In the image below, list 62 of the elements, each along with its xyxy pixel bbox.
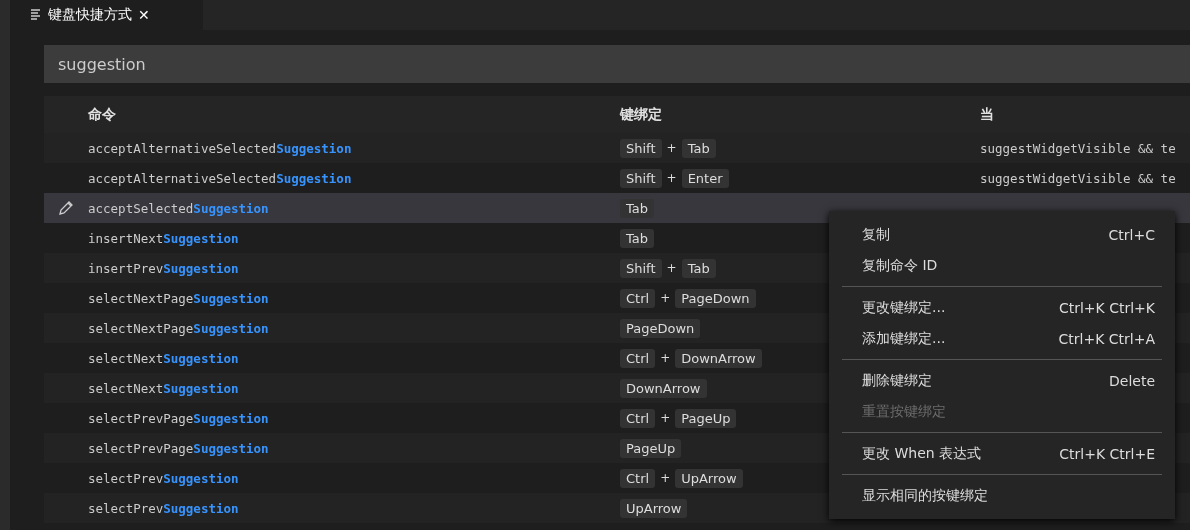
list-icon xyxy=(30,9,42,21)
command-name: selectNextSuggestion xyxy=(88,380,240,396)
key-label: Tab xyxy=(681,258,716,278)
key-label: Ctrl xyxy=(620,468,656,488)
menu-label: 复制 xyxy=(862,225,890,244)
key-label: Ctrl xyxy=(620,348,656,368)
plus-sign: + xyxy=(660,351,671,365)
menu-label: 更改 When 表达式 xyxy=(862,444,982,463)
command-name: selectPrevPageSuggestion xyxy=(88,440,270,456)
table-row[interactable]: acceptAlternativeSelectedSuggestion Shift + Tab suggestWidgetVisible && te xyxy=(44,133,1190,163)
key-label: DownArrow xyxy=(620,378,707,398)
column-header: 键绑定 xyxy=(620,105,663,124)
key-label: Shift xyxy=(620,138,662,158)
key-label: Tab xyxy=(681,138,716,158)
search-field[interactable]: suggestion xyxy=(44,45,1190,83)
close-icon[interactable]: ✕ xyxy=(138,7,150,23)
command-name: selectNextPageSuggestion xyxy=(88,290,270,306)
command-name: selectPrevPageSuggestion xyxy=(88,410,270,426)
command-name: acceptAlternativeSelectedSuggestion xyxy=(88,140,353,156)
key-label: Tab xyxy=(620,228,654,248)
key-label: Ctrl xyxy=(620,288,656,308)
key-label: UpArrow xyxy=(620,498,688,518)
key-label: DownArrow xyxy=(675,348,762,368)
key-label: Shift xyxy=(620,258,662,278)
tab-title: 键盘快捷方式 xyxy=(48,6,132,24)
plus-sign: + xyxy=(666,171,677,185)
plus-sign: + xyxy=(666,141,677,155)
plus-sign: + xyxy=(660,291,671,305)
plus-sign: + xyxy=(660,471,671,485)
editor-tab[interactable]: 键盘快捷方式 ✕ xyxy=(10,0,203,30)
shortcut-label: Ctrl+K Ctrl+E xyxy=(1059,445,1155,462)
command-name: selectNextSuggestion xyxy=(88,350,240,366)
key-label: PageUp xyxy=(675,408,737,428)
column-header: 当 xyxy=(980,105,995,124)
shortcut-label: Ctrl+K Ctrl+K xyxy=(1058,299,1155,316)
shortcut-label: Ctrl+C xyxy=(1108,226,1155,243)
key-label: Tab xyxy=(620,198,654,218)
key-label: Ctrl xyxy=(620,408,656,428)
menu-label: 复制命令 ID xyxy=(862,256,938,275)
key-label: Shift xyxy=(620,168,662,188)
menu-label: 重置按键绑定 xyxy=(862,402,946,421)
command-name: insertPrevSuggestion xyxy=(88,260,240,276)
plus-sign: + xyxy=(660,411,671,425)
plus-sign: + xyxy=(666,261,677,275)
menu-item[interactable]: 复制命令 ID xyxy=(829,250,1175,281)
key-label: PageDown xyxy=(675,288,756,308)
key-label: PageDown xyxy=(620,318,701,338)
shortcut-label: Delete xyxy=(1109,372,1155,389)
command-name: acceptSelectedSuggestion xyxy=(88,200,270,216)
when-expression: suggestWidgetVisible && te xyxy=(980,140,1177,156)
column-header: 命令 xyxy=(87,105,117,124)
key-label: UpArrow xyxy=(675,468,743,488)
key-label: PageUp xyxy=(620,438,682,458)
command-name: selectPrevSuggestion xyxy=(88,500,240,516)
key-label: Enter xyxy=(681,168,729,188)
pencil-icon[interactable] xyxy=(57,199,75,217)
when-expression: suggestWidgetVisible && te xyxy=(980,170,1177,186)
command-name: insertNextSuggestion xyxy=(88,230,240,246)
command-name: acceptAlternativeSelectedSuggestion xyxy=(88,170,353,186)
command-name: selectNextPageSuggestion xyxy=(88,320,270,336)
command-name: selectPrevSuggestion xyxy=(88,470,240,486)
menu-label: 删除键绑定 xyxy=(862,371,932,390)
